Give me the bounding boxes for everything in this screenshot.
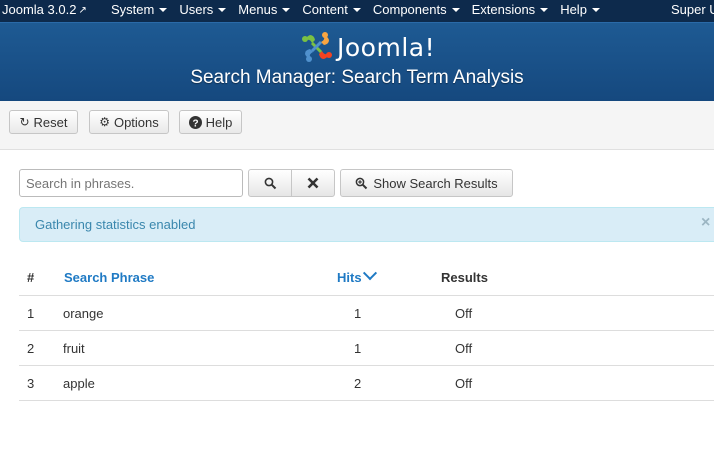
column-header-number: # bbox=[27, 270, 35, 285]
column-header-hits[interactable]: Hits bbox=[337, 266, 377, 285]
caret-down-icon bbox=[282, 8, 291, 12]
search-input[interactable] bbox=[19, 169, 243, 197]
help-button[interactable]: ? Help bbox=[179, 110, 242, 134]
row-results: Off bbox=[455, 376, 473, 391]
row-phrase: orange bbox=[63, 306, 104, 321]
caret-down-icon bbox=[159, 8, 168, 12]
options-button-label: Options bbox=[113, 114, 159, 130]
clear-button[interactable] bbox=[291, 169, 335, 197]
main-menu: System Users Menus Content Components Ex… bbox=[111, 2, 612, 17]
caret-down-icon bbox=[352, 8, 361, 12]
caret-down-icon bbox=[540, 8, 549, 12]
toolbar: ↻ Reset ⚙ Options ? Help bbox=[0, 101, 714, 150]
joomla-logo: Joomla! bbox=[301, 30, 435, 64]
row-results: Off bbox=[455, 341, 473, 356]
menu-menus-label: Menus bbox=[238, 2, 278, 17]
zoom-in-icon bbox=[356, 177, 368, 189]
row-phrase: fruit bbox=[63, 341, 85, 356]
row-number: 3 bbox=[27, 376, 35, 391]
reset-button[interactable]: ↻ Reset bbox=[9, 110, 78, 134]
column-header-search-phrase[interactable]: Search Phrase bbox=[64, 270, 154, 285]
menu-content[interactable]: Content bbox=[302, 2, 361, 17]
options-button[interactable]: ⚙ Options bbox=[89, 110, 169, 134]
caret-down-icon bbox=[591, 8, 600, 12]
help-button-label: Help bbox=[205, 114, 233, 130]
gear-icon: ⚙ bbox=[99, 115, 110, 129]
user-menu[interactable]: Super U bbox=[671, 2, 714, 17]
row-number: 2 bbox=[27, 341, 35, 356]
menu-extensions-label: Extensions bbox=[471, 2, 536, 17]
question-circle-icon: ? bbox=[188, 115, 202, 129]
column-header-results: Results bbox=[441, 270, 488, 285]
row-divider bbox=[19, 400, 714, 401]
menu-components[interactable]: Components bbox=[373, 2, 460, 17]
page-title: Search Manager: Search Term Analysis bbox=[190, 67, 524, 88]
menu-content-label: Content bbox=[302, 2, 348, 17]
external-link-icon: ↗ bbox=[78, 5, 87, 16]
menu-components-label: Components bbox=[372, 2, 447, 17]
admin-navbar: Joomla 3.0.2 ↗ System Users Menus Content… bbox=[0, 0, 714, 22]
menu-extensions[interactable]: Extensions bbox=[472, 2, 549, 17]
row-divider bbox=[19, 365, 714, 366]
show-search-results-button[interactable]: Show Search Results bbox=[340, 169, 513, 197]
menu-users-label: Users bbox=[179, 2, 214, 17]
logo-text: Joomla! bbox=[337, 32, 436, 62]
reset-button-label: Reset bbox=[33, 114, 68, 130]
site-brand-label: Joomla 3.0.2 bbox=[2, 2, 77, 17]
alert-message: Gathering statistics enabled bbox=[35, 217, 196, 232]
menu-system-label: System bbox=[111, 2, 155, 17]
row-hits: 1 bbox=[354, 306, 362, 321]
site-brand-link[interactable]: Joomla 3.0.2 ↗ bbox=[2, 2, 87, 17]
menu-system[interactable]: System bbox=[111, 2, 168, 17]
caret-down-icon bbox=[218, 8, 227, 12]
row-divider bbox=[19, 295, 714, 296]
search-icon bbox=[264, 177, 276, 189]
row-hits: 1 bbox=[354, 341, 362, 356]
row-results: Off bbox=[455, 306, 473, 321]
page-header: Joomla! Search Manager: Search Term Anal… bbox=[0, 22, 714, 102]
row-phrase: apple bbox=[63, 376, 95, 391]
row-divider bbox=[19, 330, 714, 331]
svg-text:?: ? bbox=[192, 118, 198, 129]
close-icon bbox=[307, 177, 319, 189]
info-alert: Gathering statistics enabled bbox=[19, 207, 714, 242]
joomla-logo-icon bbox=[302, 32, 332, 62]
refresh-icon: ↻ bbox=[19, 115, 30, 129]
row-hits: 2 bbox=[354, 376, 362, 391]
row-number: 1 bbox=[27, 306, 35, 321]
menu-users[interactable]: Users bbox=[179, 2, 227, 17]
show-search-results-label: Show Search Results bbox=[373, 175, 498, 191]
menu-help[interactable]: Help bbox=[560, 2, 600, 17]
alert-close-button[interactable]: × bbox=[701, 214, 710, 232]
caret-down-icon bbox=[451, 8, 460, 12]
search-button[interactable] bbox=[248, 169, 292, 197]
chevron-down-icon bbox=[362, 266, 377, 281]
menu-help-label: Help bbox=[560, 2, 587, 17]
column-header-hits-label: Hits bbox=[337, 270, 362, 285]
menu-menus[interactable]: Menus bbox=[238, 2, 291, 17]
